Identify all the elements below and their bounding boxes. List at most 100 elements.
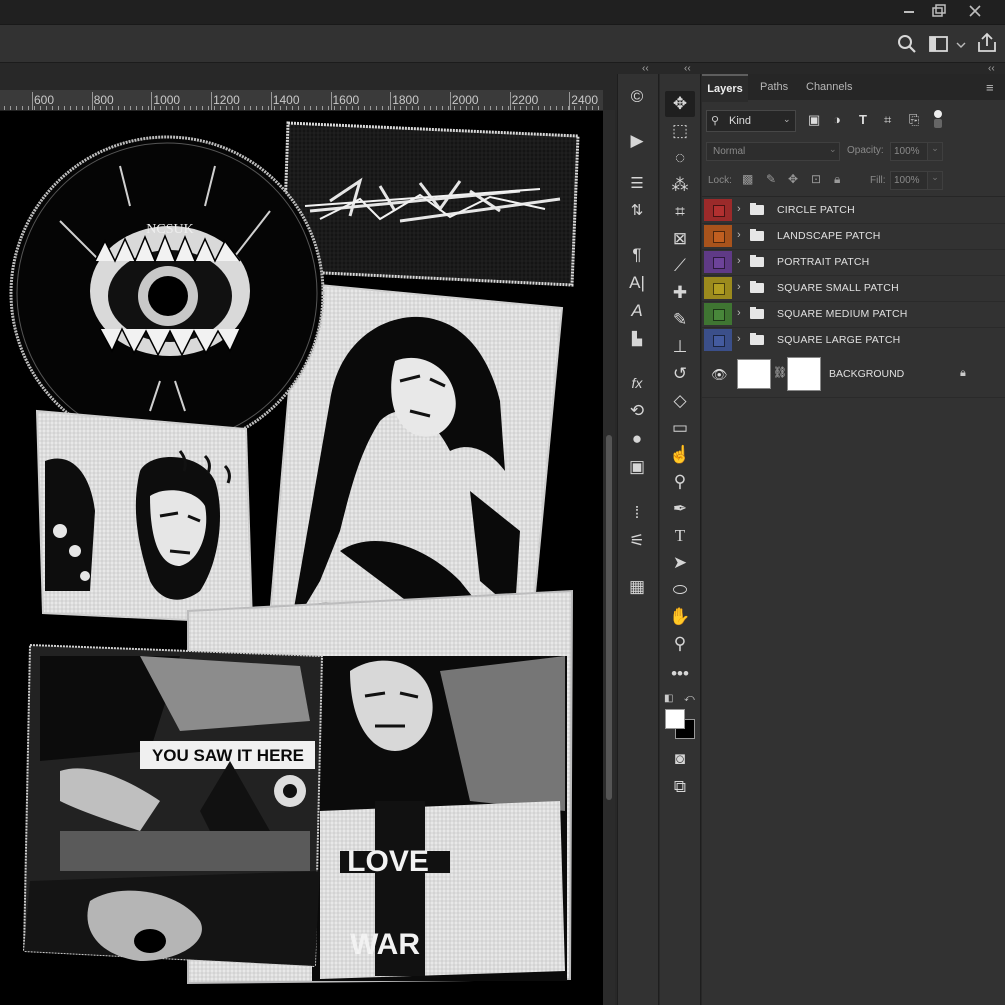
ellipse-tool-icon[interactable]: ⬭ bbox=[665, 577, 695, 603]
screen-mode-icon[interactable]: ⧉ bbox=[665, 774, 695, 800]
ruler-minor-tick bbox=[538, 106, 539, 110]
layer-group-row[interactable]: › PORTRAIT PATCH bbox=[702, 249, 1005, 276]
filter-toggle[interactable] bbox=[934, 110, 942, 128]
minimize-button[interactable] bbox=[892, 0, 926, 24]
paragraph-icon[interactable]: ¶ bbox=[622, 242, 652, 268]
grid-settings-icon[interactable]: ▦ bbox=[622, 574, 652, 600]
chevron-right-icon[interactable]: › bbox=[737, 281, 741, 293]
swap-colors-icon[interactable]: ⤺ bbox=[684, 693, 695, 704]
workspace-button[interactable] bbox=[929, 35, 967, 60]
more-tools-icon[interactable]: ••• bbox=[665, 661, 695, 687]
workspace-icon bbox=[929, 36, 966, 52]
fill-field[interactable]: 100% bbox=[890, 171, 928, 190]
layer-group-row[interactable]: › SQUARE LARGE PATCH bbox=[702, 327, 1005, 354]
eye-icon[interactable]: 👁︎ bbox=[711, 367, 728, 383]
gradient-icon[interactable]: ▣ bbox=[622, 454, 652, 480]
lock-image-icon[interactable]: ✎ bbox=[766, 172, 776, 186]
layer-group-row[interactable]: › SQUARE MEDIUM PATCH bbox=[702, 301, 1005, 328]
gradient-tool-icon[interactable]: ▭ bbox=[665, 415, 695, 441]
copyright-icon[interactable]: © bbox=[622, 84, 652, 110]
tab-paths[interactable]: Paths bbox=[760, 74, 788, 100]
layer-thumbnail[interactable] bbox=[737, 359, 771, 389]
magic-wand-tool-icon[interactable]: ⁂ bbox=[665, 172, 695, 198]
vertical-scrollbar-thumb[interactable] bbox=[606, 435, 612, 800]
hand-tool-icon[interactable]: ✋ bbox=[665, 604, 695, 630]
panel-menu-icon[interactable]: ≡ bbox=[986, 80, 994, 95]
chevron-right-icon[interactable]: › bbox=[737, 255, 741, 267]
default-colors-icon[interactable]: ◧ bbox=[664, 693, 673, 704]
opacity-field[interactable]: 100% bbox=[890, 142, 928, 161]
visibility-slot[interactable] bbox=[713, 283, 725, 295]
marquee-tool-icon[interactable]: ⬚ bbox=[665, 118, 695, 144]
chevron-right-icon[interactable]: › bbox=[737, 307, 741, 319]
brush-tool-icon[interactable]: ✎ bbox=[665, 307, 695, 333]
eyedropper-tool-icon[interactable]: ⟋ bbox=[665, 253, 695, 279]
history-icon[interactable]: ⟲ bbox=[622, 398, 652, 424]
libraries-icon[interactable]: ▙ bbox=[622, 326, 652, 352]
search-button[interactable] bbox=[896, 33, 918, 60]
lock-all-icon[interactable]: 🔒︎ bbox=[834, 172, 840, 187]
opacity-dropdown[interactable]: ⌄ bbox=[927, 142, 943, 161]
layer-group-row[interactable]: › SQUARE SMALL PATCH bbox=[702, 275, 1005, 302]
lock-position-icon[interactable]: ✥ bbox=[788, 172, 798, 186]
filter-adjustment-icon[interactable]: ◑ bbox=[833, 112, 841, 127]
zoom-tool-icon[interactable]: ⚲ bbox=[665, 631, 695, 657]
eraser-tool-icon[interactable]: ◇ bbox=[665, 388, 695, 414]
collapse-toolbar[interactable]: ‹‹ bbox=[684, 63, 691, 74]
blend-mode-select[interactable]: Normal ⌄ bbox=[706, 142, 840, 161]
collapse-panels-right[interactable]: ‹‹ bbox=[988, 63, 995, 74]
character-icon[interactable]: A| bbox=[622, 270, 652, 296]
history-brush-tool-icon[interactable]: ↺ bbox=[665, 361, 695, 387]
healing-brush-tool-icon[interactable]: ✚ bbox=[665, 280, 695, 306]
filter-pixel-icon[interactable]: ▣ bbox=[808, 112, 820, 128]
foreground-color-swatch[interactable] bbox=[665, 709, 685, 729]
chevron-right-icon[interactable]: › bbox=[737, 229, 741, 241]
visibility-slot[interactable] bbox=[713, 257, 725, 269]
clone-stamp-tool-icon[interactable]: ⊥ bbox=[665, 334, 695, 360]
lasso-tool-icon[interactable]: ◌ bbox=[665, 145, 695, 171]
layer-group-row[interactable]: › CIRCLE PATCH bbox=[702, 197, 1005, 224]
adjustments-icon[interactable]: ☰ bbox=[622, 171, 652, 197]
horizontal-ruler[interactable]: 600 800 1000 1200 1400 1600 1800 2000 2200 2400 bbox=[0, 90, 603, 111]
move-tool-icon[interactable]: ✥ bbox=[665, 91, 695, 117]
canvas[interactable]: NCSUK LOVE WAR YOU SAW IT HERE bbox=[0, 111, 603, 1005]
styles-fx-icon[interactable]: fx bbox=[622, 370, 652, 396]
tab-channels[interactable]: Channels bbox=[806, 74, 852, 100]
frame-tool-icon[interactable]: ⊠ bbox=[665, 226, 695, 252]
color-palette-icon[interactable]: ● bbox=[622, 426, 652, 452]
chevron-right-icon[interactable]: › bbox=[737, 333, 741, 345]
filter-smart-object-icon[interactable]: ⎘ bbox=[909, 112, 919, 128]
visibility-slot[interactable] bbox=[713, 231, 725, 243]
share-button[interactable] bbox=[976, 32, 998, 59]
smudge-tool-icon[interactable]: ☝ bbox=[665, 442, 695, 468]
quick-mask-icon[interactable]: ◙ bbox=[665, 746, 695, 772]
lock-artboard-icon[interactable]: ⊡ bbox=[811, 172, 821, 186]
filter-shape-icon[interactable]: ⌗ bbox=[884, 112, 891, 128]
brush-settings-icon[interactable]: ⁞ bbox=[622, 500, 652, 526]
tool-presets-icon[interactable]: ⚟ bbox=[622, 528, 652, 554]
crop-tool-icon[interactable]: ⌗ bbox=[665, 199, 695, 225]
visibility-slot[interactable] bbox=[713, 205, 725, 217]
layer-group-row[interactable]: › LANDSCAPE PATCH bbox=[702, 223, 1005, 250]
close-button[interactable] bbox=[958, 0, 992, 24]
kind-filter-select[interactable]: ⚲ Kind ⌄ bbox=[706, 110, 796, 132]
path-selection-tool-icon[interactable]: ➤ bbox=[665, 550, 695, 576]
pen-tool-icon[interactable]: ✒ bbox=[665, 496, 695, 522]
visibility-slot[interactable] bbox=[713, 309, 725, 321]
type-tool-icon[interactable]: T bbox=[665, 523, 695, 549]
dodge-tool-icon[interactable]: ⚲ bbox=[665, 469, 695, 495]
layer-name: LANDSCAPE PATCH bbox=[777, 230, 881, 242]
swap-icon[interactable]: ⇅ bbox=[622, 198, 652, 224]
fill-dropdown[interactable]: ⌄ bbox=[927, 171, 943, 190]
tab-layers[interactable]: Layers bbox=[702, 74, 748, 102]
play-icon[interactable]: ▶ bbox=[622, 128, 652, 154]
lock-transparent-icon[interactable]: ▩ bbox=[742, 172, 753, 186]
background-layer-row[interactable]: 👁︎ ⛓︎ BACKGROUND 🔒︎ bbox=[702, 353, 1005, 398]
layer-mask-thumbnail[interactable] bbox=[787, 357, 821, 391]
filter-type-icon[interactable]: T bbox=[859, 112, 867, 127]
collapse-dock-left[interactable]: ‹‹ bbox=[642, 63, 649, 74]
glyphs-icon[interactable]: A bbox=[622, 298, 652, 324]
restore-button[interactable] bbox=[922, 0, 956, 24]
visibility-slot[interactable] bbox=[713, 335, 725, 347]
chevron-right-icon[interactable]: › bbox=[737, 203, 741, 215]
